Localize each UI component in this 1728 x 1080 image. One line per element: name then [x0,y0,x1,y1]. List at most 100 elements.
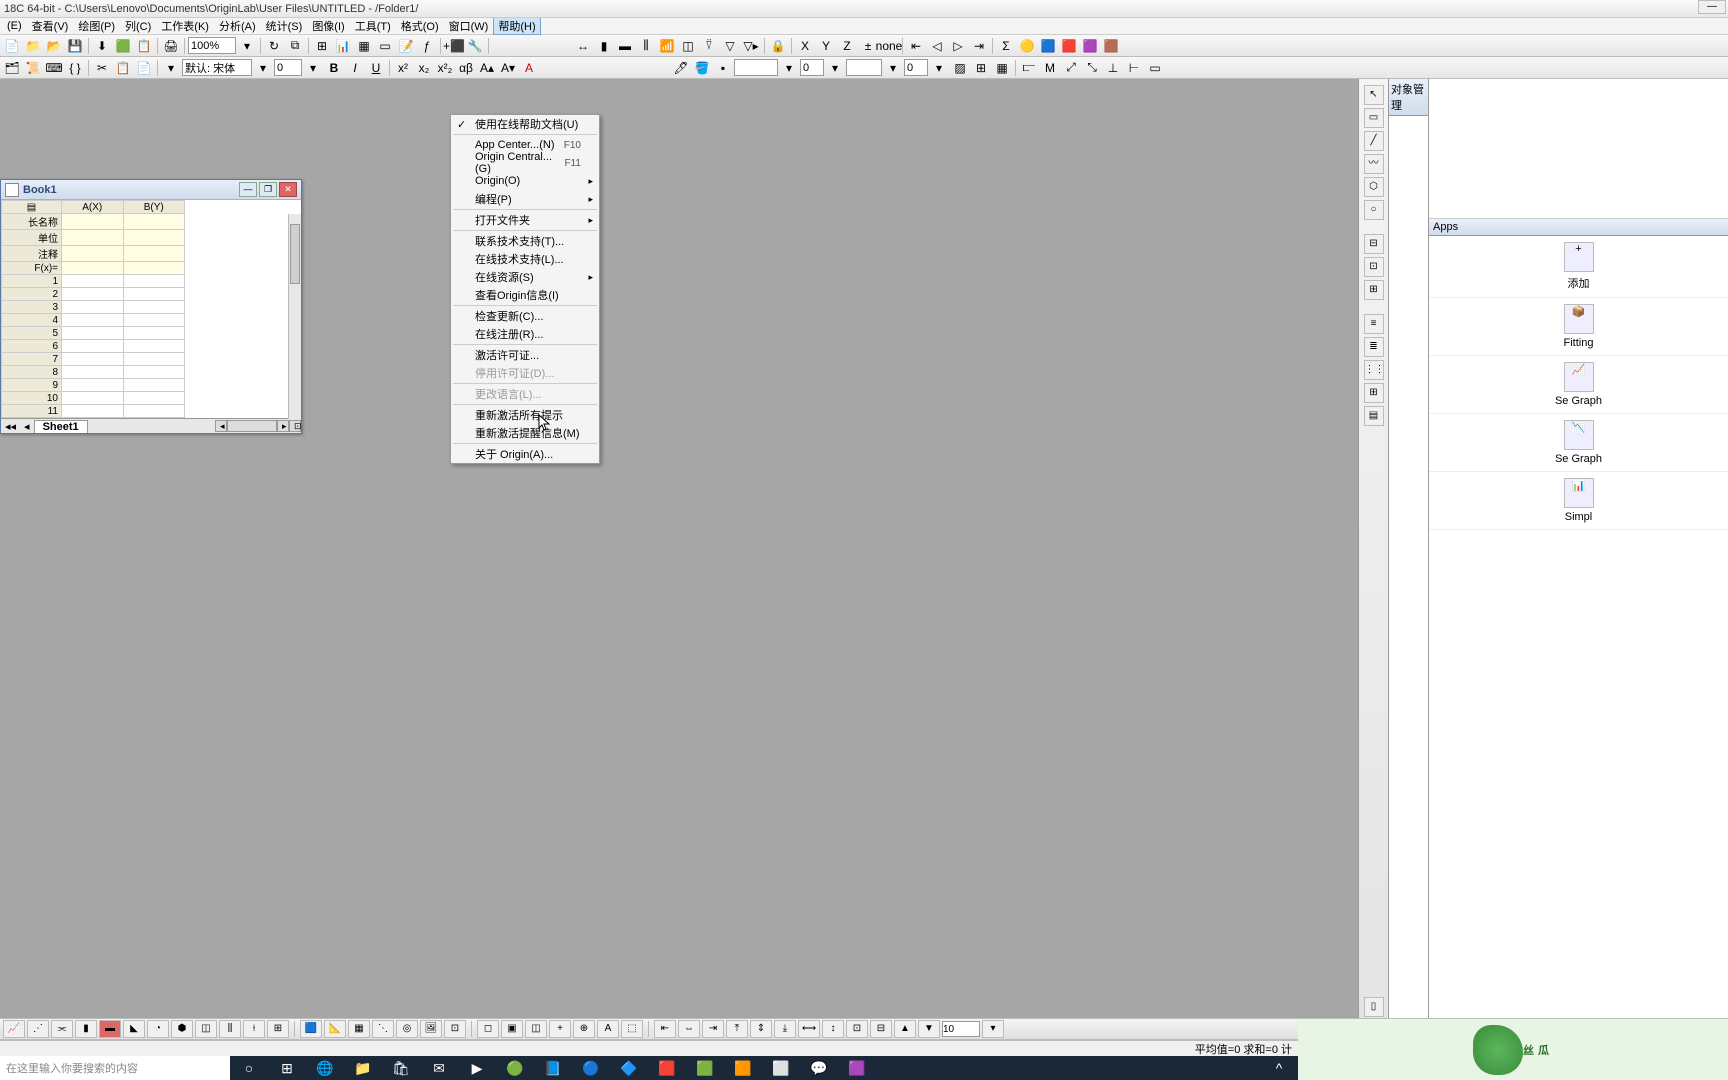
cell[interactable] [123,392,185,405]
row-units[interactable]: 单位 [2,230,62,246]
batch-button[interactable]: 📋 [134,36,154,56]
subscript-button[interactable]: x₂ [414,58,434,78]
apps-panel[interactable]: Apps +添加 📦Fitting 📈Se Graph 📉Se Graph 📊S… [1428,79,1728,1040]
cell[interactable] [123,301,185,314]
move-left-button[interactable]: ◁ [927,36,947,56]
row-num[interactable]: 10 [2,392,62,405]
annotation-button[interactable]: A [597,1020,619,1038]
column-plot-button[interactable]: ▮ [594,36,614,56]
help-menu-item[interactable]: Origin Central...(G)F11 [451,154,599,172]
filter-reapply-button[interactable]: ▽▸ [741,36,761,56]
scrollbar-thumb[interactable] [290,224,300,284]
move-first-button[interactable]: ⇤ [906,36,926,56]
menubar[interactable]: (E) 查看(V) 绘图(P) 列(C) 工作表(K) 分析(A) 统计(S) … [0,18,1728,35]
corner-cell[interactable]: ▤ [2,201,62,214]
unmask-button[interactable]: ◫ [525,1020,547,1038]
box-button[interactable]: ◫ [678,36,698,56]
cell[interactable] [123,230,185,246]
underline-button[interactable]: U [366,58,386,78]
app2-button[interactable]: 🟦 [1038,36,1058,56]
app-note-icon[interactable]: 📘 [534,1056,572,1080]
move-right-button[interactable]: ▷ [948,36,968,56]
wechat-icon[interactable]: 💬 [800,1056,838,1080]
scroll-right[interactable]: ▸ [277,420,289,432]
cell[interactable] [62,214,124,230]
function-plot-button[interactable]: ƒ [417,36,437,56]
help-menu-item[interactable]: 在线注册(R)... [451,325,599,343]
bar-plot-button[interactable]: ▬ [615,36,635,56]
cell[interactable] [62,301,124,314]
plot-3d-button[interactable]: ⬢ [171,1020,193,1038]
edge-icon[interactable]: 🌐 [306,1056,344,1080]
new-notes-button[interactable]: 📝 [396,36,416,56]
help-menu-item[interactable]: 打开文件夹 [451,211,599,229]
increase-font-button[interactable]: A▴ [477,58,497,78]
app-c-icon[interactable]: 🟩 [686,1056,724,1080]
scroll-track[interactable] [227,420,277,432]
cell[interactable] [62,314,124,327]
style3-button[interactable]: ⋮⋮ [1364,360,1384,380]
table-button[interactable]: ⊞ [971,58,991,78]
workbook-maximize-button[interactable]: ❐ [259,182,277,197]
greek-button[interactable]: αβ [456,58,476,78]
cell[interactable] [62,288,124,301]
cell[interactable] [123,262,185,275]
align-right-button[interactable]: ⇥ [702,1020,724,1038]
help-menu-item[interactable]: 检查更新(C)... [451,307,599,325]
cell[interactable] [62,340,124,353]
print-button[interactable]: 🖨 [161,36,181,56]
screen-reader-button[interactable]: ⊕ [573,1020,595,1038]
menu-plot[interactable]: 绘图(P) [73,17,120,35]
front-button[interactable]: ▲ [894,1020,916,1038]
set-z-button[interactable]: Z [837,36,857,56]
region-button[interactable]: ⬚ [621,1020,643,1038]
symbol-size-input[interactable] [904,59,928,76]
layout-v-button[interactable]: ⊡ [1364,257,1384,277]
row-num[interactable]: 9 [2,379,62,392]
cell[interactable] [62,275,124,288]
row-num[interactable]: 3 [2,301,62,314]
contour-button[interactable]: ◎ [396,1020,418,1038]
apps-item[interactable]: 📉Se Graph [1429,414,1728,472]
row-num[interactable]: 11 [2,405,62,418]
cell[interactable] [123,246,185,262]
cell[interactable] [123,288,185,301]
menu-tools[interactable]: 工具(T) [350,17,396,35]
cell[interactable] [62,405,124,418]
italic-button[interactable]: I [345,58,365,78]
cell[interactable] [62,262,124,275]
set-none-button[interactable]: none [879,36,899,56]
line-width-input[interactable] [800,59,824,76]
pointer-tool-button[interactable]: ↖ [1364,85,1384,105]
vertical-scrollbar[interactable] [288,214,301,419]
scroll-left[interactable]: ◂ [215,420,227,432]
axis-button[interactable]: ⊥ [1103,58,1123,78]
explorer-icon[interactable]: 📁 [344,1056,382,1080]
open-button[interactable]: 📂 [44,36,64,56]
cell[interactable] [123,314,185,327]
app-r-icon[interactable]: 🟧 [724,1056,762,1080]
style4-button[interactable]: ⊞ [1364,383,1384,403]
draw-circle-button[interactable]: ○ [1364,200,1384,220]
plot-stock-button[interactable]: ⟊ [243,1020,265,1038]
new-folder-button[interactable]: 📁 [23,36,43,56]
row-num[interactable]: 8 [2,366,62,379]
3d-wire-button[interactable]: ▦ [348,1020,370,1038]
refresh-button[interactable]: ↻ [264,36,284,56]
new-project-button[interactable]: 📄 [2,36,22,56]
row-num[interactable]: 2 [2,288,62,301]
script-window-button[interactable]: { } [65,58,85,78]
command-window-button[interactable]: ⌨ [44,58,64,78]
media-icon[interactable]: ▶ [458,1056,496,1080]
axis2-button[interactable]: ⊢ [1124,58,1144,78]
cell[interactable] [123,275,185,288]
taskview-button[interactable]: ⊞ [268,1056,306,1080]
cell[interactable] [62,327,124,340]
ungroup-button[interactable]: ⊟ [870,1020,892,1038]
layout-h-button[interactable]: ⊟ [1364,234,1384,254]
style1-button[interactable]: ≡ [1364,314,1384,334]
menu-help[interactable]: 帮助(H) [493,17,540,35]
anti-alias-button[interactable]: ⫍ [1019,58,1039,78]
minimize-button[interactable]: — [1698,0,1726,14]
draw-poly-button[interactable]: ⬡ [1364,177,1384,197]
